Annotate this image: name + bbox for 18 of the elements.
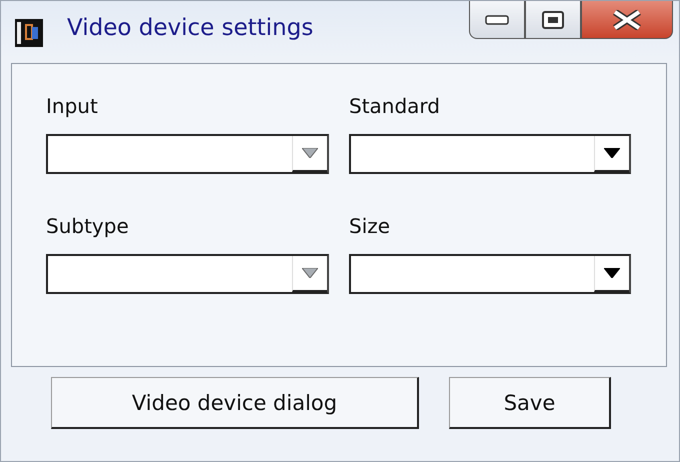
window-title: Video device settings xyxy=(67,15,314,41)
save-button[interactable]: Save xyxy=(449,377,611,429)
maximize-icon xyxy=(542,10,564,28)
minimize-icon xyxy=(485,14,509,24)
minimize-button[interactable] xyxy=(469,1,525,39)
dropdown[interactable] xyxy=(349,254,631,294)
field-label: Input xyxy=(46,94,99,120)
app-icon xyxy=(15,19,43,47)
close-icon xyxy=(612,10,642,30)
dropdown[interactable] xyxy=(349,134,631,174)
dialog-button[interactable]: Video device dialog xyxy=(51,377,419,429)
dropdown[interactable] xyxy=(46,254,329,294)
maximize-button[interactable] xyxy=(525,1,581,39)
close-button[interactable] xyxy=(581,1,673,39)
dropdown[interactable] xyxy=(46,134,329,174)
field-label: Size xyxy=(349,214,392,240)
field-label: Subtype xyxy=(46,214,130,240)
field-label: Standard xyxy=(349,94,441,120)
